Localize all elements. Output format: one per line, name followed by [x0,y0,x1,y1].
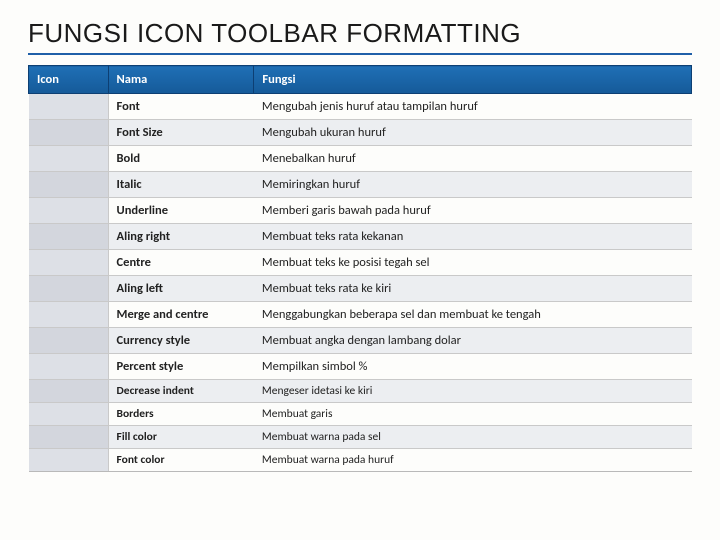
cell-nama: Font [108,94,254,120]
cell-icon [29,224,109,250]
cell-fungsi: Mengubah jenis huruf atau tampilan huruf [254,94,692,120]
cell-fungsi: Membuat teks ke posisi tegah sel [254,250,692,276]
cell-nama: Currency style [108,328,254,354]
table-row: Aling leftMembuat teks rata ke kiri [29,276,692,302]
table-row: BordersMembuat garis [29,403,692,426]
table-row: Percent styleMempilkan simbol % [29,354,692,380]
cell-icon [29,302,109,328]
cell-nama: Merge and centre [108,302,254,328]
cell-icon [29,172,109,198]
cell-fungsi: Membuat teks rata ke kiri [254,276,692,302]
cell-fungsi: Memiringkan huruf [254,172,692,198]
cell-icon [29,146,109,172]
page-title: FUNGSI ICON TOOLBAR FORMATTING [28,18,692,55]
table-row: ItalicMemiringkan huruf [29,172,692,198]
header-nama: Nama [108,66,254,94]
cell-nama: Font color [108,449,254,472]
cell-nama: Font Size [108,120,254,146]
cell-fungsi: Menebalkan huruf [254,146,692,172]
table-row: Merge and centreMenggabungkan beberapa s… [29,302,692,328]
table-row: Fill colorMembuat warna pada sel [29,426,692,449]
cell-fungsi: Mengubah ukuran huruf [254,120,692,146]
formatting-table: Icon Nama Fungsi FontMengubah jenis huru… [28,65,692,472]
cell-nama: Percent style [108,354,254,380]
cell-fungsi: Membuat warna pada sel [254,426,692,449]
table-row: BoldMenebalkan huruf [29,146,692,172]
cell-icon [29,328,109,354]
cell-nama: Fill color [108,426,254,449]
cell-icon [29,380,109,403]
cell-icon [29,403,109,426]
cell-icon [29,276,109,302]
cell-icon [29,449,109,472]
cell-fungsi: Memberi garis bawah pada huruf [254,198,692,224]
cell-fungsi: Membuat warna pada huruf [254,449,692,472]
cell-nama: Bold [108,146,254,172]
cell-fungsi: Membuat teks rata kekanan [254,224,692,250]
table-header-row: Icon Nama Fungsi [29,66,692,94]
cell-nama: Underline [108,198,254,224]
cell-nama: Aling left [108,276,254,302]
table-row: FontMengubah jenis huruf atau tampilan h… [29,94,692,120]
cell-nama: Italic [108,172,254,198]
cell-fungsi: Menggabungkan beberapa sel dan membuat k… [254,302,692,328]
table-row: Currency styleMembuat angka dengan lamba… [29,328,692,354]
cell-icon [29,120,109,146]
cell-fungsi: Membuat garis [254,403,692,426]
cell-nama: Borders [108,403,254,426]
cell-nama: Aling right [108,224,254,250]
cell-nama: Decrease indent [108,380,254,403]
cell-icon [29,426,109,449]
cell-icon [29,250,109,276]
cell-fungsi: Mengeser idetasi ke kiri [254,380,692,403]
table-row: Aling rightMembuat teks rata kekanan [29,224,692,250]
cell-icon [29,354,109,380]
table-row: Font colorMembuat warna pada huruf [29,449,692,472]
cell-icon [29,94,109,120]
cell-icon [29,198,109,224]
table-row: Font SizeMengubah ukuran huruf [29,120,692,146]
cell-nama: Centre [108,250,254,276]
cell-fungsi: Mempilkan simbol % [254,354,692,380]
table-row: UnderlineMemberi garis bawah pada huruf [29,198,692,224]
header-icon: Icon [29,66,109,94]
header-fungsi: Fungsi [254,66,692,94]
table-row: Decrease indentMengeser idetasi ke kiri [29,380,692,403]
cell-fungsi: Membuat angka dengan lambang dolar [254,328,692,354]
table-row: CentreMembuat teks ke posisi tegah sel [29,250,692,276]
